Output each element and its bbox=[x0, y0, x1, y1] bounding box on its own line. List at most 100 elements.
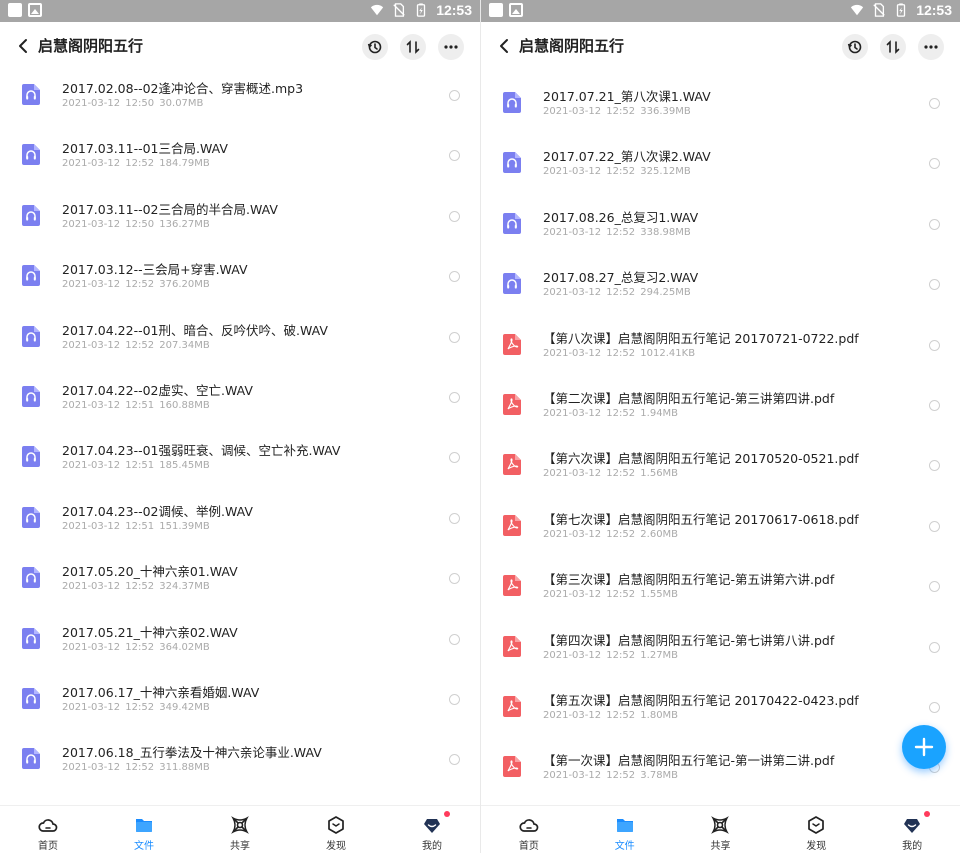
pdf-file-icon bbox=[503, 393, 521, 415]
select-radio[interactable] bbox=[929, 158, 940, 170]
tab-profile[interactable]: 我的 bbox=[864, 806, 960, 853]
select-radio[interactable] bbox=[449, 90, 460, 101]
tab-cloud[interactable]: 首页 bbox=[481, 806, 577, 853]
select-radio[interactable] bbox=[929, 399, 940, 411]
file-row[interactable]: 2017.03.12--三会局+穿害.WAV 2021-03-12 12:52 3… bbox=[0, 251, 480, 311]
file-meta: 2021-03-12 12:52 1.55MB bbox=[543, 589, 679, 601]
select-radio[interactable] bbox=[449, 693, 460, 705]
file-row[interactable]: 【第三次课】启慧阁阴阳五行笔记-第五讲第六讲.pdf 2021-03-12 12:… bbox=[481, 561, 960, 621]
select-radio[interactable] bbox=[929, 460, 940, 472]
file-row[interactable]: 2017.07.21_第八次课1.WAV2021-03-12 12:52 336… bbox=[0, 795, 480, 805]
select-radio[interactable] bbox=[929, 279, 940, 291]
tab-discover[interactable]: 发现 bbox=[288, 806, 384, 853]
select-radio[interactable] bbox=[929, 218, 940, 230]
file-row[interactable]: 2017.02.08--02逢冲论合、穿害概述.mp3 2021-03-12 12… bbox=[0, 70, 480, 130]
select-radio[interactable] bbox=[449, 150, 460, 162]
file-row[interactable]: 【第八次课】启慧阁阴阳五行笔记 20170721-0722.pdf 2021-03… bbox=[481, 320, 960, 380]
file-row[interactable]: 【第四次课】启慧阁阴阳五行笔记-第七讲第八讲.pdf 2021-03-12 12:… bbox=[481, 622, 960, 682]
file-list: 2017.02.08--02逢冲论合、穿害概述.mp3 2021-03-12 12… bbox=[0, 70, 480, 805]
audio-file-icon bbox=[503, 212, 521, 234]
history-button[interactable] bbox=[362, 34, 388, 60]
file-row[interactable]: 2017.03.11--01三合局.WAV 2021-03-12 12:52 18… bbox=[0, 130, 480, 190]
file-row[interactable]: 2017.07.22_第八次课2.WAV 2021-03-12 12:52 325… bbox=[481, 138, 960, 198]
bottom-tab-bar: 首页 文件 共享 发现 我的 bbox=[481, 805, 960, 853]
select-radio[interactable] bbox=[449, 331, 460, 343]
select-radio[interactable] bbox=[449, 210, 460, 222]
back-arrow-icon[interactable] bbox=[495, 36, 515, 56]
sort-button[interactable] bbox=[880, 34, 906, 60]
tab-profile[interactable]: 我的 bbox=[384, 806, 480, 853]
file-row[interactable]: 【第五次课】启慧阁阴阳五行笔记 20170422-0423.pdf 2021-03… bbox=[481, 682, 960, 742]
file-name: 2017.04.23--02调候、举例.WAV bbox=[62, 503, 253, 519]
file-meta: 2021-03-12 12:52 1.80MB bbox=[543, 709, 679, 721]
file-meta: 2021-03-12 12:52 336.39MB bbox=[543, 106, 691, 117]
file-row[interactable]: 2017.06.17_十神六亲看婚姻.WAV 2021-03-12 12:52 3… bbox=[0, 674, 480, 734]
status-time: 12:53 bbox=[436, 2, 472, 18]
more-button[interactable] bbox=[438, 34, 464, 60]
select-radio[interactable] bbox=[929, 701, 940, 713]
file-row[interactable]: 【第六次课】启慧阁阴阳五行笔记 20170520-0521.pdf 2021-03… bbox=[481, 440, 960, 500]
file-row[interactable]: 2017.08.26_总复习1.WAV 2021-03-12 12:52 338.… bbox=[481, 199, 960, 259]
select-radio[interactable] bbox=[449, 391, 460, 403]
file-name: 2017.02.08--02逢冲论合、穿害概述.mp3 bbox=[62, 81, 304, 96]
file-row[interactable]: 2017.04.23--01强弱旺衰、调候、空亡补充.WAV 2021-03-12… bbox=[0, 432, 480, 492]
no-sim-icon bbox=[873, 3, 885, 17]
select-radio[interactable] bbox=[449, 754, 460, 766]
select-radio[interactable] bbox=[929, 520, 940, 532]
more-button[interactable] bbox=[918, 34, 944, 60]
audio-file-icon bbox=[22, 687, 40, 709]
page-title: 启慧阁阴阳五行 bbox=[38, 37, 144, 55]
back-arrow-icon[interactable] bbox=[14, 36, 34, 56]
file-row[interactable]: 2017.06.18_五行拳法及十神六亲论事业.WAV 2021-03-12 12… bbox=[0, 734, 480, 794]
file-meta: 2021-03-12 12:52 2.60MB bbox=[543, 528, 679, 540]
cloud-icon bbox=[38, 819, 58, 832]
file-meta: 2021-03-12 12:51 160.88MB bbox=[62, 399, 210, 411]
file-row[interactable]: 2017.04.22--01刑、暗合、反吟伏吟、破.WAV 2021-03-12 … bbox=[0, 312, 480, 372]
file-row[interactable]: 2017.05.21_十神六亲02.WAV 2021-03-12 12:52 36… bbox=[0, 614, 480, 674]
history-button[interactable] bbox=[842, 34, 868, 60]
audio-file-icon bbox=[22, 506, 40, 528]
sort-button[interactable] bbox=[400, 34, 426, 60]
folder-icon bbox=[136, 819, 152, 832]
tab-share[interactable]: 共享 bbox=[192, 806, 288, 853]
select-radio[interactable] bbox=[929, 339, 940, 351]
audio-file-icon bbox=[503, 273, 521, 295]
select-radio[interactable] bbox=[449, 573, 460, 585]
select-radio[interactable] bbox=[449, 512, 460, 524]
select-radio[interactable] bbox=[929, 641, 940, 653]
file-name: 【第一次课】启慧阁阴阳五行笔记-第一讲第二讲.pdf bbox=[543, 753, 835, 769]
tab-folder[interactable]: 文件 bbox=[577, 806, 673, 853]
file-meta: 2021-03-12 12:52 1.94MB bbox=[543, 407, 679, 419]
status-bar: 12:53 bbox=[481, 0, 960, 22]
file-row[interactable]: 2017.05.20_十神六亲01.WAV 2021-03-12 12:52 32… bbox=[0, 553, 480, 613]
file-row[interactable]: 【第一次课】启慧阁阴阳五行笔记-第一讲第二讲.pdf 2021-03-12 12:… bbox=[481, 742, 960, 802]
file-name: 2017.07.21_第八次课1.WAV bbox=[543, 89, 711, 104]
file-name: 2017.05.21_十神六亲02.WAV bbox=[62, 624, 238, 640]
select-radio[interactable] bbox=[449, 633, 460, 645]
select-radio[interactable] bbox=[929, 581, 940, 593]
file-name: 【第二次课】启慧阁阴阳五行笔记-第三讲第四讲.pdf bbox=[543, 390, 835, 406]
tab-folder[interactable]: 文件 bbox=[96, 806, 192, 853]
select-radio[interactable] bbox=[449, 452, 460, 464]
add-button[interactable] bbox=[902, 725, 946, 769]
file-row[interactable]: 【第二次课】启慧阁阴阳五行笔记-第三讲第四讲.pdf 2021-03-12 12:… bbox=[481, 380, 960, 440]
tab-cloud[interactable]: 首页 bbox=[0, 806, 96, 853]
file-row[interactable]: 2017.04.22--02虚实、空亡.WAV 2021-03-12 12:51 … bbox=[0, 372, 480, 432]
phone-screen-right: 12:53 启慧阁阴阳五行 2017.07.21_第八次课1.WAV 2021-0… bbox=[481, 0, 960, 853]
status-bar: 12:53 bbox=[0, 0, 480, 22]
file-name: 2017.05.20_十神六亲01.WAV bbox=[62, 564, 238, 580]
tab-discover[interactable]: 发现 bbox=[768, 806, 864, 853]
file-row[interactable]: 2017.03.11--02三合局的半合局.WAV 2021-03-12 12:5… bbox=[0, 191, 480, 251]
file-row[interactable]: 【第七次课】启慧阁阴阳五行笔记 20170617-0618.pdf 2021-03… bbox=[481, 501, 960, 561]
select-radio[interactable] bbox=[929, 98, 940, 109]
file-row[interactable]: 2017.04.23--02调候、举例.WAV 2021-03-12 12:51 … bbox=[0, 493, 480, 553]
pdf-file-icon bbox=[503, 695, 521, 717]
file-row[interactable]: 2017.07.21_第八次课1.WAV 2021-03-12 12:52 336… bbox=[481, 78, 960, 138]
plus-icon bbox=[914, 737, 934, 757]
file-row[interactable]: 2017.08.27_总复习2.WAV 2021-03-12 12:52 294.… bbox=[481, 259, 960, 319]
no-sim-icon bbox=[393, 3, 405, 17]
page-title: 启慧阁阴阳五行 bbox=[519, 37, 625, 55]
tab-share[interactable]: 共享 bbox=[673, 806, 769, 853]
cloud-icon bbox=[519, 819, 539, 832]
select-radio[interactable] bbox=[449, 271, 460, 283]
